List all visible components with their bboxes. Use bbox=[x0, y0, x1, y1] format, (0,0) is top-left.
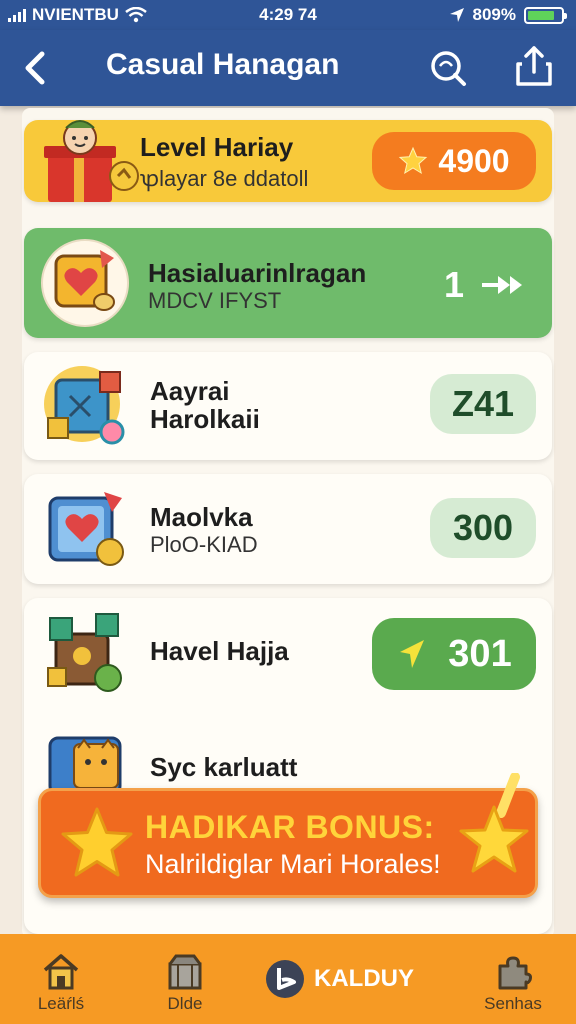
battery-icon bbox=[524, 6, 567, 24]
treasure-chest-icon bbox=[47, 613, 122, 692]
level-title: Level Hariay bbox=[140, 132, 294, 162]
tab-home[interactable]: Leäŕlś bbox=[26, 934, 96, 1024]
item-value: 300 bbox=[430, 498, 536, 558]
list-item[interactable]: Maolvka PloO-KIAD 300 bbox=[24, 474, 552, 584]
item-sub: PloO-KIAD bbox=[150, 532, 258, 557]
level-subtitle: ꝕlayar 8e ddatoll bbox=[140, 166, 309, 191]
puzzle-box-icon bbox=[44, 366, 125, 445]
share-icon[interactable] bbox=[512, 44, 556, 90]
star-icon bbox=[399, 146, 428, 175]
item-name: Syc karluatt bbox=[150, 752, 298, 782]
tab-label: KALDUY bbox=[314, 965, 414, 992]
item-name: Havel Hajja bbox=[150, 636, 289, 666]
item-value: 1 bbox=[432, 256, 536, 314]
list-item[interactable]: Aayrai Harolkaii Z41 bbox=[24, 352, 552, 460]
item-value: Z41 bbox=[430, 374, 536, 434]
status-bar: NVIENTBU 4:29 74 809% bbox=[0, 0, 576, 30]
fast-forward-icon bbox=[482, 276, 523, 294]
page-title: Casual Hanagan bbox=[106, 48, 340, 81]
score-value: 4900 bbox=[438, 142, 510, 179]
arrow-cursor-icon bbox=[400, 640, 425, 668]
cat-card-icon bbox=[48, 736, 122, 794]
tab-play[interactable]: KALDUY bbox=[264, 934, 436, 1024]
gift-character-icon bbox=[44, 120, 139, 202]
item-name: Hasialuarinlragan bbox=[148, 258, 367, 288]
heart-card-icon bbox=[48, 492, 124, 566]
item-name: Maolvka bbox=[150, 502, 253, 532]
play-icon bbox=[266, 960, 304, 998]
tab-puzzle[interactable]: Senhas bbox=[478, 934, 548, 1024]
header-bar: Casual Hanagan bbox=[0, 30, 576, 106]
score-pill[interactable]: 4900 bbox=[372, 132, 536, 190]
heart-box-icon bbox=[41, 239, 129, 327]
battery-percent: 809% bbox=[472, 5, 516, 24]
tab-shop[interactable]: Dlde bbox=[150, 934, 220, 1024]
level-card[interactable]: Level Hariay ꝕlayar 8e ddatoll 4900 bbox=[24, 120, 552, 202]
star-icon bbox=[459, 773, 529, 873]
bottom-nav: Leäŕlś Dlde KALDUY Senhas bbox=[0, 934, 576, 1024]
tab-label: Dlde bbox=[167, 994, 203, 1013]
back-chevron-icon[interactable] bbox=[18, 48, 54, 88]
tab-label: Senhas bbox=[484, 994, 542, 1013]
bonus-subline: Nalrildiglar Mari Horales! bbox=[145, 849, 441, 879]
clock: 4:29 74 bbox=[259, 5, 317, 24]
location-arrow-icon bbox=[449, 8, 464, 22]
bonus-banner[interactable]: HADIKAR BONUS: Nalrildiglar Mari Horales… bbox=[38, 773, 538, 898]
item-sub: MDCV IFYST bbox=[148, 288, 282, 313]
bonus-headline: HADIKAR BONUS: bbox=[145, 809, 435, 845]
puzzle-icon bbox=[498, 956, 532, 990]
shop-icon bbox=[168, 954, 202, 990]
item-name: Aayrai bbox=[150, 376, 230, 406]
tab-label: Leäŕlś bbox=[37, 994, 85, 1013]
list-item[interactable]: Hasialuarinlragan MDCV IFYST 1 bbox=[24, 228, 552, 338]
home-icon bbox=[43, 954, 79, 990]
item-sub: Harolkaii bbox=[150, 404, 260, 434]
item-value: 301 bbox=[372, 618, 536, 690]
search-icon[interactable] bbox=[426, 46, 470, 90]
star-icon bbox=[61, 807, 133, 877]
